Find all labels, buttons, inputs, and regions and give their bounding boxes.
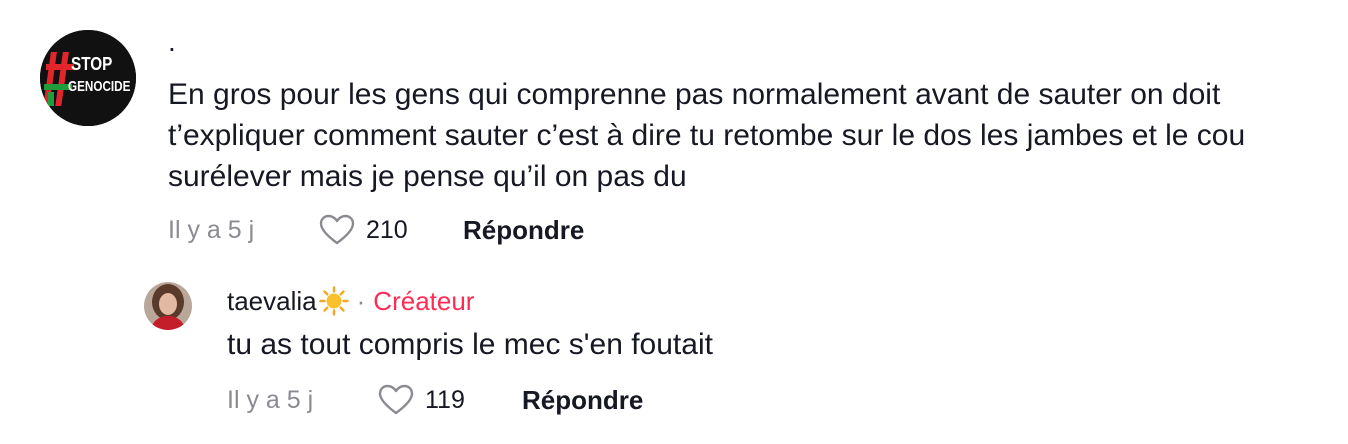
reply-button[interactable]: Répondre xyxy=(463,215,584,246)
like-count: 119 xyxy=(425,385,465,414)
separator-dot: · xyxy=(356,285,366,316)
like-count: 210 xyxy=(366,215,408,244)
reply-header: taevalia · Créateur xyxy=(227,282,1307,320)
heart-icon xyxy=(378,384,414,415)
sun-emoji-icon xyxy=(318,286,349,316)
reply-text: tu as tout compris le mec s'en foutait xyxy=(227,328,713,361)
avatar[interactable]: STOP GENOCIDE xyxy=(40,30,136,126)
reply-meta: Il y a 5 j 119 Répondre xyxy=(227,384,643,416)
user-photo-icon xyxy=(144,282,192,330)
comment-body: . En gros pour les gens qui comprenne pa… xyxy=(168,28,1338,245)
timestamp: Il y a 5 j xyxy=(227,385,314,414)
like-button[interactable]: 119 xyxy=(377,384,522,416)
timestamp: Il y a 5 j xyxy=(168,215,255,244)
reply-username[interactable]: taevalia xyxy=(227,286,317,317)
reply-button[interactable]: Répondre xyxy=(522,385,643,416)
comment-meta: Il y a 5 j 210 Répondre xyxy=(168,214,584,246)
reply-body: taevalia · Créateur tu as tout compris l… xyxy=(227,282,1307,415)
avatar-text-line2: GENOCIDE xyxy=(68,78,131,95)
reply-avatar[interactable] xyxy=(144,282,192,330)
comment-text: En gros pour les gens qui comprenne pas … xyxy=(168,78,1246,193)
avatar-text-line1: STOP xyxy=(71,54,113,74)
heart-icon xyxy=(319,214,355,245)
like-button[interactable]: 210 xyxy=(318,214,463,246)
creator-badge: Créateur xyxy=(373,285,475,316)
username[interactable]: . xyxy=(168,28,1338,62)
